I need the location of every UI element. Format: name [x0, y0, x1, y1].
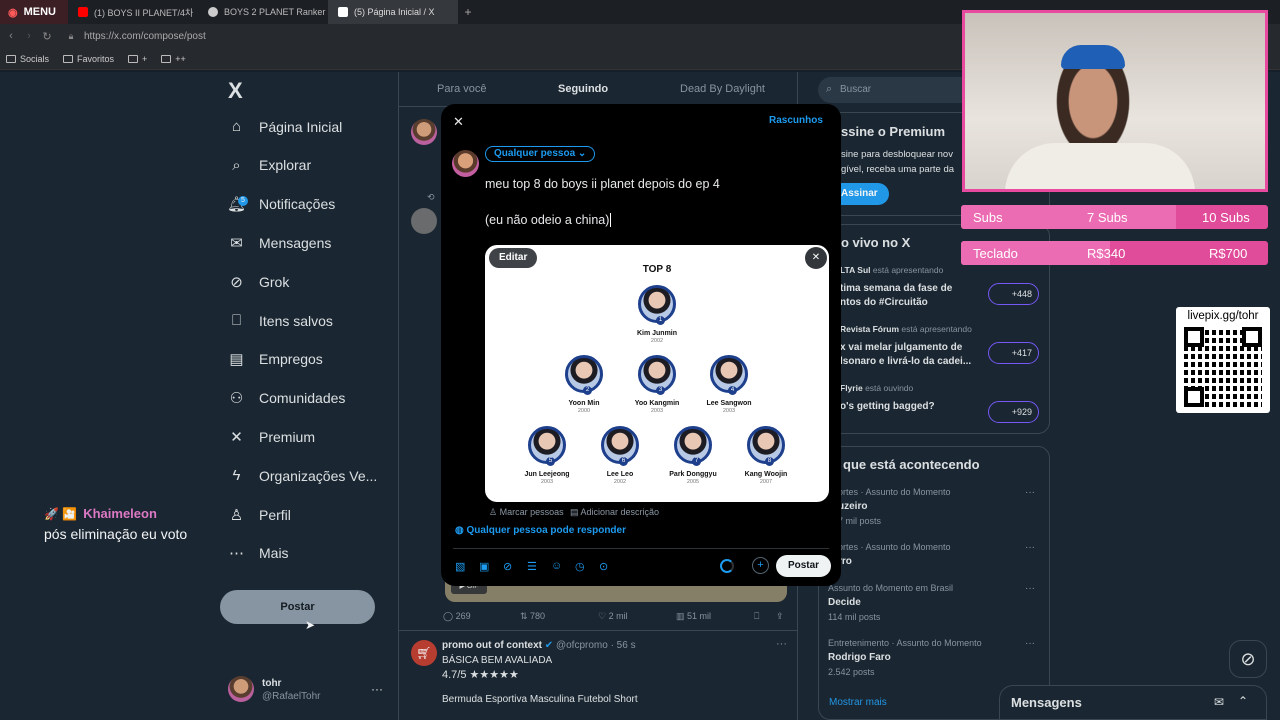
- url-field[interactable]: https://x.com/compose/post: [84, 31, 206, 42]
- x-favicon-icon: [338, 7, 348, 17]
- bookmark-folder[interactable]: ++: [161, 54, 186, 64]
- subs-current: 7 Subs: [1087, 210, 1128, 225]
- bookmark-folder[interactable]: +: [128, 54, 147, 64]
- qr-finder: [1184, 327, 1204, 347]
- text-caret: [610, 213, 612, 227]
- person-icon: ♙: [489, 507, 500, 517]
- image-title: TOP 8: [642, 264, 672, 275]
- folder-icon: [63, 54, 74, 63]
- webcam-cap: [1061, 45, 1125, 69]
- browser-tab-active[interactable]: (5) Página Inicial / X: [328, 0, 458, 24]
- livepix-card: livepix.gg/tohr: [1176, 307, 1270, 413]
- person-photo: 2: [565, 355, 603, 395]
- add-thread-icon[interactable]: +: [752, 557, 769, 574]
- livepix-url: livepix.gg/tohr: [1187, 310, 1259, 322]
- folder-icon: [161, 54, 172, 63]
- location-icon[interactable]: ⊙: [599, 560, 608, 573]
- folder-icon: [128, 54, 139, 63]
- teclado-goal-bar: Teclado R$340 R$700: [961, 241, 1268, 265]
- ranked-person: 2 Yoon Min 2000: [544, 355, 624, 414]
- divider: [453, 548, 829, 549]
- media-icon[interactable]: ▧: [455, 560, 465, 573]
- post-text-area[interactable]: meu top 8 do boys ii planet depois do ep…: [485, 177, 825, 237]
- reload-icon[interactable]: ↻: [40, 30, 54, 43]
- post-text-line: meu top 8 do boys ii planet depois do ep…: [485, 177, 720, 191]
- attached-image[interactable]: TOP 8 1 Kim Junmin 2002 2 Yoon Min 2000 3 Yoo…: [485, 245, 829, 502]
- bookmark-folder[interactable]: Socials: [6, 54, 49, 64]
- person-photo: 7: [674, 426, 712, 466]
- new-tab-button[interactable]: +: [458, 5, 478, 19]
- drafts-link[interactable]: Rascunhos: [769, 115, 823, 126]
- lock-icon: 🔒︎: [68, 30, 74, 41]
- qr-finder: [1184, 387, 1204, 407]
- person-photo: 8: [747, 426, 785, 466]
- poll-icon[interactable]: ☰: [527, 560, 537, 573]
- forward-icon[interactable]: ›: [22, 30, 36, 42]
- webcam-shirt: [1005, 143, 1195, 189]
- person-photo: 3: [638, 355, 676, 395]
- ranked-person: 3 Yoo Kangmin 2003: [617, 355, 697, 414]
- emoji-icon[interactable]: ☺: [551, 560, 562, 572]
- person-photo: 1: [638, 285, 676, 325]
- ranked-person: 4 Lee Sangwon 2003: [689, 355, 769, 414]
- person-photo: 6: [601, 426, 639, 466]
- add-description-button[interactable]: ▤ Adicionar descrição: [570, 507, 659, 518]
- opera-logo-icon: ◉: [8, 6, 18, 19]
- post-text-line: (eu não odeio a china): [485, 213, 610, 227]
- close-icon[interactable]: ✕: [453, 114, 464, 130]
- description-icon: ▤: [570, 507, 581, 517]
- teclado-current: R$340: [1087, 246, 1126, 261]
- browser-tab[interactable]: BOYS 2 PLANET Ranker: [198, 0, 328, 24]
- ranked-person: 7 Park Donggyu 2005: [653, 426, 733, 485]
- menu-button[interactable]: ◉ MENU: [0, 0, 68, 24]
- remove-image-icon[interactable]: ✕: [805, 247, 827, 269]
- subs-label: Subs: [973, 210, 1003, 225]
- browser-tab[interactable]: (1) BOYS II PLANET/4차: [68, 0, 198, 24]
- back-icon[interactable]: ‹: [4, 30, 18, 42]
- edit-image-button[interactable]: Editar: [489, 248, 538, 268]
- teclado-goal: R$700: [1209, 246, 1248, 261]
- ranked-person: 5 Jun Leejeong 2003: [507, 426, 587, 485]
- ranked-person: 8 Kang Woojin 2007: [726, 426, 806, 485]
- ranked-person: 6 Lee Leo 2002: [580, 426, 660, 485]
- character-counter: [720, 559, 734, 573]
- audience-selector[interactable]: Qualquer pessoa ⌄: [485, 146, 596, 162]
- youtube-icon: [78, 7, 88, 17]
- qr-finder: [1242, 327, 1262, 347]
- grok-icon[interactable]: ⊘: [503, 560, 512, 573]
- reply-setting-button[interactable]: ◍ Qualquer pessoa pode responder: [455, 525, 626, 536]
- globe-icon: ◍: [455, 525, 467, 536]
- chevron-down-icon: ⌄: [577, 148, 587, 159]
- subs-goal-bar: Subs 7 Subs 10 Subs: [961, 205, 1268, 229]
- tag-people-button[interactable]: ♙ Marcar pessoas: [489, 507, 564, 518]
- bookmark-folder[interactable]: Favoritos: [63, 54, 114, 64]
- ranked-person: 1 Kim Junmin 2002: [617, 285, 697, 344]
- person-photo: 4: [710, 355, 748, 395]
- webcam-frame: [962, 10, 1268, 192]
- teclado-label: Teclado: [973, 246, 1018, 261]
- person-photo: 5: [528, 426, 566, 466]
- compose-modal: ✕ Rascunhos Qualquer pessoa ⌄ meu top 8 …: [441, 104, 841, 586]
- gif-icon[interactable]: ▣: [479, 560, 489, 573]
- globe-icon: [208, 7, 218, 17]
- subs-goal: 10 Subs: [1202, 210, 1250, 225]
- folder-icon: [6, 54, 16, 63]
- avatar: [452, 150, 479, 177]
- schedule-icon[interactable]: ◷: [575, 560, 585, 573]
- post-button[interactable]: Postar: [776, 555, 831, 577]
